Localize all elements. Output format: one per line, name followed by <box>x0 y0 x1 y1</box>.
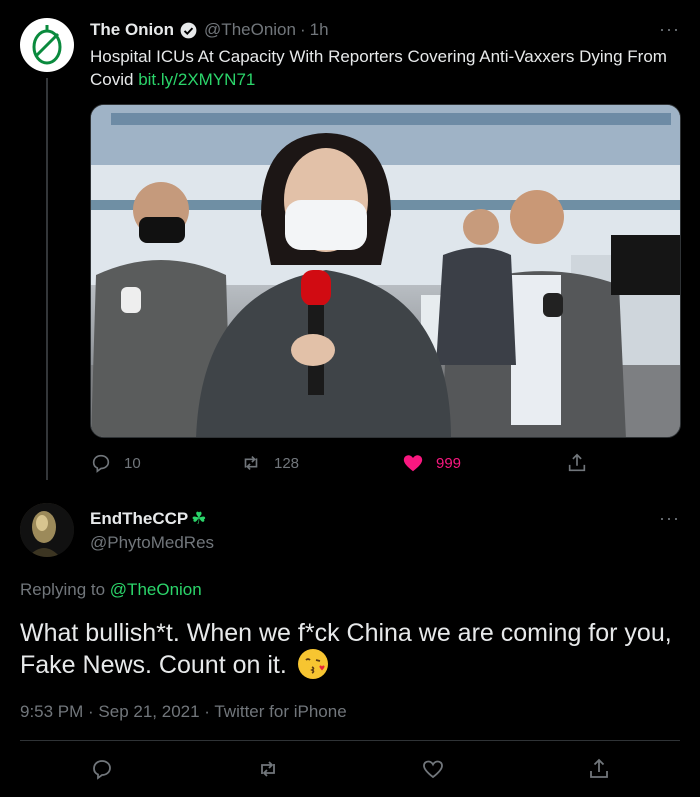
tweet-text: Hospital ICUs At Capacity With Reporters… <box>90 45 670 91</box>
reply-actions <box>0 757 700 785</box>
retweet-button[interactable] <box>256 757 280 786</box>
heart-filled-icon <box>403 455 423 472</box>
tweet-link[interactable]: bit.ly/2XMYN71 <box>138 70 255 89</box>
author-handle[interactable]: @TheOnion <box>204 20 296 40</box>
reply-body: What bullish*t. When we f*ck China we ar… <box>20 619 672 679</box>
more-options-icon[interactable]: ··· <box>659 509 680 527</box>
reply-icon <box>93 760 111 780</box>
reply-header: EndTheCCP ☘ @PhytoMedRes <box>90 509 214 553</box>
onion-avatar[interactable] <box>20 18 74 72</box>
reply-author-name[interactable]: EndTheCCP <box>90 509 188 529</box>
onion-logo-icon <box>22 20 72 70</box>
replying-label: Replying to <box>20 580 106 599</box>
reply-text: What bullish*t. When we f*ck China we ar… <box>20 617 680 681</box>
replying-to: Replying to @TheOnion <box>20 580 202 600</box>
reply-count: 10 <box>124 454 141 472</box>
retweet-count: 128 <box>274 454 300 472</box>
divider <box>20 740 680 741</box>
tweet-media-photo[interactable] <box>90 104 681 438</box>
reply-button[interactable]: 10 <box>90 452 141 474</box>
share-button[interactable] <box>587 757 611 786</box>
like-button[interactable]: 999 <box>402 452 461 474</box>
more-options-icon[interactable]: ··· <box>659 20 680 38</box>
user-avatar[interactable] <box>20 503 74 557</box>
tweet-header: The Onion @TheOnion · 1h <box>90 20 329 40</box>
reply-icon <box>92 454 110 473</box>
share-icon <box>568 453 586 472</box>
like-count: 999 <box>436 454 462 472</box>
news-photo <box>91 105 680 437</box>
author-name[interactable]: The Onion <box>90 20 174 40</box>
separator: · <box>299 20 306 39</box>
retweet-icon <box>261 761 275 777</box>
reply-author-row: EndTheCCP ☘ <box>90 509 214 529</box>
reply-author-handle[interactable]: @PhytoMedRes <box>90 533 214 553</box>
clover-icon: ☘ <box>191 509 207 528</box>
avatar-portrait <box>20 503 74 557</box>
share-icon <box>590 758 608 778</box>
replying-to-handle[interactable]: @TheOnion <box>110 580 202 599</box>
share-button[interactable] <box>566 452 588 474</box>
retweet-button[interactable]: 128 <box>240 452 299 474</box>
verified-badge-icon <box>180 22 197 38</box>
heart-outline-icon <box>423 760 443 779</box>
reply-timestamp[interactable]: 9:53 PM · Sep 21, 2021 · Twitter for iPh… <box>20 702 347 722</box>
time-ago[interactable]: 1h <box>310 20 329 40</box>
thread-line <box>46 78 48 480</box>
reply-button[interactable] <box>90 757 114 786</box>
kissing-face-emoji-icon <box>297 649 328 679</box>
like-button[interactable] <box>421 757 445 786</box>
tweet-actions: 10 128 999 <box>90 452 590 476</box>
retweet-icon <box>244 455 258 471</box>
